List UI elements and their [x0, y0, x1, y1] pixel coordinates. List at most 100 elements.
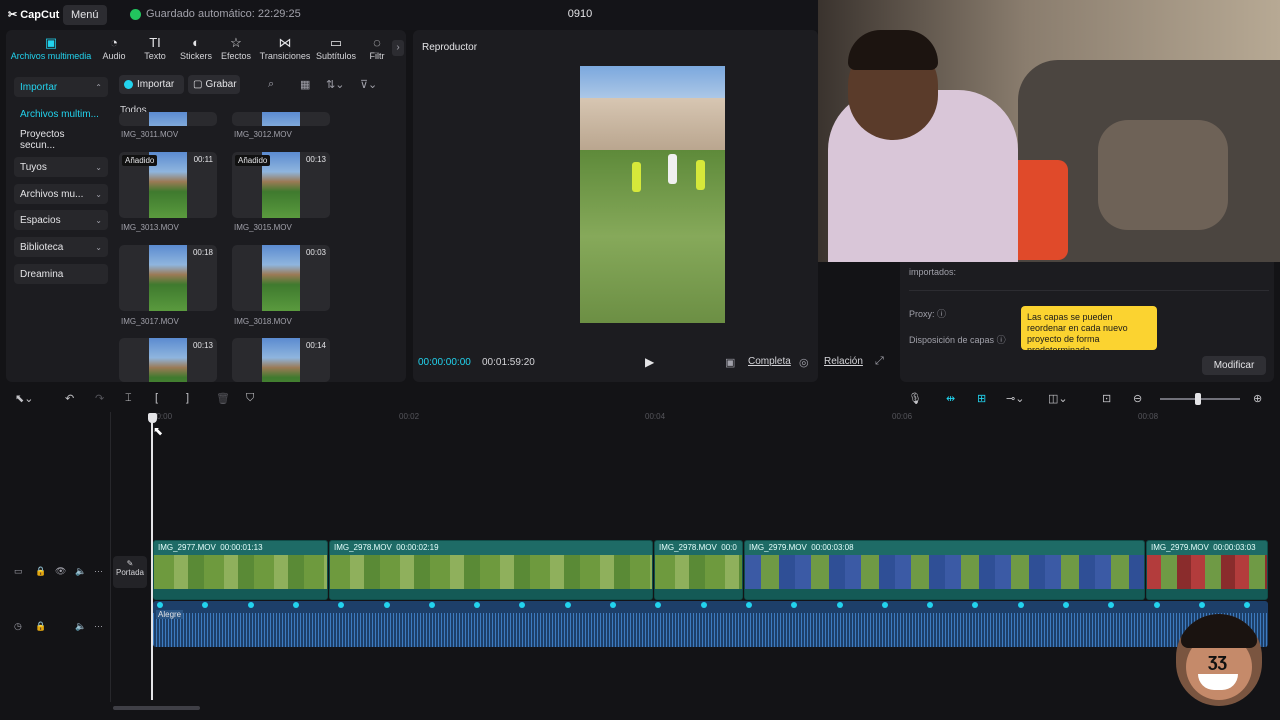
more-icon[interactable]: ⋯: [94, 621, 103, 632]
sidebar-item-archivos-mu[interactable]: Archivos mu... ⌄: [14, 184, 108, 204]
search-icon[interactable]: ⌕: [268, 78, 274, 91]
tab-transitions[interactable]: ⋈ Transiciones: [259, 34, 311, 64]
tab-label: Audio: [102, 51, 126, 61]
chevron-down-icon: ⌄: [95, 215, 102, 225]
cover-button[interactable]: ✎ Portada: [113, 556, 147, 588]
import-button[interactable]: Importar: [119, 75, 184, 94]
split-icon[interactable]: ⌶: [125, 392, 132, 405]
webcam-person-hair: [848, 30, 938, 70]
modify-button[interactable]: Modificar: [1202, 356, 1266, 375]
sidebar-item-tuyos[interactable]: Tuyos ⌄: [14, 157, 108, 177]
chevron-down-icon: ⌄: [95, 242, 102, 252]
tab-text[interactable]: TI Texto: [137, 34, 173, 64]
lock-icon[interactable]: 🔒: [35, 621, 46, 632]
aspect-ratio-button[interactable]: Relación: [824, 356, 863, 367]
help-icon[interactable]: ⓘ: [997, 335, 1006, 345]
added-badge: Añadido: [235, 155, 271, 166]
snap-icon[interactable]: ⊞: [977, 392, 986, 405]
fullscreen-mode-button[interactable]: Completa: [748, 356, 791, 367]
microphone-icon[interactable]: 🎙: [908, 392, 922, 405]
media-thumb-next-1[interactable]: 00:13: [119, 338, 217, 382]
expand-icon[interactable]: ⤢: [875, 355, 884, 368]
filter-icon[interactable]: ⊽⌄: [360, 78, 377, 91]
tab-filters[interactable]: ◌ Filtr: [365, 34, 389, 64]
playhead-handle[interactable]: [148, 413, 157, 423]
timeline-clip[interactable]: IMG_2979.MOV 00:00:03:08: [744, 540, 1145, 600]
player-panel: Reproductor 00:00:00:00 00:01:59:20 ▶ ▣ …: [413, 30, 884, 382]
sidebar-item-biblioteca[interactable]: Biblioteca ⌄: [14, 237, 108, 257]
redo-icon: ↷: [95, 393, 105, 405]
project-title[interactable]: 0910: [560, 8, 600, 20]
eye-icon[interactable]: 👁: [55, 566, 66, 577]
media-duration: 00:11: [193, 155, 213, 164]
sort-icon[interactable]: ⇅⌄: [326, 78, 344, 91]
tabs-scroll-right-button[interactable]: ›: [392, 40, 404, 56]
timeline-clip[interactable]: IMG_2979.MOV 00:00:03:03: [1146, 540, 1268, 600]
tab-media[interactable]: ▣ Archivos multimedia: [10, 34, 92, 64]
media-thumb-3015[interactable]: Añadido 00:13: [232, 152, 330, 218]
trim-left-icon[interactable]: [: [155, 392, 158, 404]
sidebar-item-proyectos-secundarios[interactable]: Proyectos secun...: [14, 129, 108, 151]
clip-duration: 00:00:01:13: [220, 543, 263, 552]
audio-clip[interactable]: Alegre: [153, 601, 1268, 647]
timeline-clip[interactable]: IMG_2978.MOV 00:0: [654, 540, 743, 600]
zoom-in-icon[interactable]: ⊕: [1253, 392, 1262, 405]
sidebar-label: Tuyos: [20, 161, 47, 173]
tab-stickers[interactable]: ◐ Stickers: [177, 34, 215, 64]
volume-icon[interactable]: 🔈: [75, 621, 86, 632]
media-thumb-3012[interactable]: [232, 112, 330, 126]
timeline-scrollbar[interactable]: [113, 706, 200, 710]
undo-icon[interactable]: ↶: [65, 392, 74, 405]
marker-icon[interactable]: ⛉: [246, 392, 254, 405]
lock-icon[interactable]: 🔒: [35, 566, 46, 577]
volume-icon[interactable]: 🔈: [75, 566, 86, 577]
mouse-cursor-icon: ⬉: [153, 424, 164, 438]
chevron-up-icon: ⌃: [95, 82, 102, 92]
thumb-image: [262, 112, 300, 126]
media-thumb-3011[interactable]: [119, 112, 217, 126]
clip-footer: [154, 589, 327, 599]
help-icon[interactable]: ⓘ: [937, 309, 946, 319]
more-icon[interactable]: ⋯: [94, 566, 103, 577]
track-thumbnail-icon[interactable]: ▭: [14, 566, 23, 577]
preview-axis-icon[interactable]: ◫⌄: [1048, 392, 1068, 405]
playhead[interactable]: [151, 414, 153, 700]
media-duration: 00:18: [192, 248, 213, 257]
tab-subtitles[interactable]: ▭ Subtítulos: [315, 34, 357, 64]
fit-icon[interactable]: ⊡: [1102, 392, 1111, 405]
tab-effects[interactable]: ☆ Efectos: [218, 34, 254, 64]
link-icon[interactable]: ⊸⌄: [1006, 392, 1024, 405]
menu-button[interactable]: Menú: [63, 5, 107, 25]
play-button[interactable]: ▶: [645, 355, 654, 369]
webcam-pillow: [1098, 120, 1228, 230]
capcut-window: ✂ CapCut Menú Guardado automático: 22:29:…: [0, 0, 1280, 720]
select-tool-icon[interactable]: ⬉⌄: [15, 392, 33, 405]
tab-audio[interactable]: ◔ Audio: [96, 34, 132, 64]
zoom-slider-handle[interactable]: [1195, 393, 1201, 405]
snapshot-icon[interactable]: ◎: [799, 356, 809, 369]
ruler-tick: 00:02: [399, 412, 420, 421]
zoom-out-icon[interactable]: ⊖: [1133, 392, 1142, 405]
grid-view-icon[interactable]: ▦: [300, 78, 310, 91]
media-thumb-next-2[interactable]: 00:14: [232, 338, 330, 382]
timeline-clip[interactable]: IMG_2978.MOV 00:00:02:19: [329, 540, 653, 600]
beat-marker: [1017, 602, 1024, 608]
sidebar-item-archivos-multimedia[interactable]: Archivos multim...: [14, 104, 108, 124]
clip-footer: [655, 589, 742, 599]
sidebar-item-espacios[interactable]: Espacios ⌄: [14, 210, 108, 230]
trim-right-icon[interactable]: ]: [186, 392, 189, 404]
timeline-clip[interactable]: IMG_2977.MOV 00:00:01:13: [153, 540, 328, 600]
media-thumb-3017[interactable]: 00:18: [119, 245, 217, 311]
preview-quality-icon[interactable]: ▣: [725, 356, 735, 369]
clip-frames: [1147, 555, 1267, 589]
video-preview[interactable]: [580, 66, 725, 323]
sidebar-item-importar[interactable]: Importar ⌃: [14, 77, 108, 97]
media-thumb-3013[interactable]: Añadido 00:11: [119, 152, 217, 218]
subtitles-icon: ▭: [329, 35, 343, 50]
magnet-icon[interactable]: ⇹: [946, 392, 955, 405]
timeline-ruler[interactable]: 00:00 00:02 00:04 00:06 00:08: [152, 412, 1280, 430]
media-thumb-3018[interactable]: 00:03: [232, 245, 330, 311]
sidebar-item-dreamina[interactable]: Dreamina: [14, 264, 108, 284]
clip-label: IMG_2977.MOV 00:00:01:13: [158, 543, 263, 552]
record-button[interactable]: ▢ Grabar: [188, 75, 240, 94]
